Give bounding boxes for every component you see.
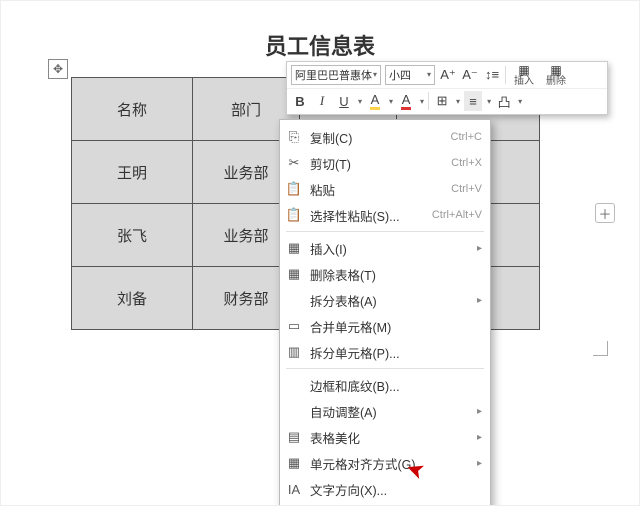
context-menu: ⎘ 复制(C) Ctrl+C ✂ 剪切(T) Ctrl+X 📋 粘贴 Ctrl+V 📋 选择性粘贴(… (279, 119, 491, 506)
menu-item[interactable]: IA 文字方向(X)... (280, 476, 490, 502)
chevron-down-icon[interactable]: ▾ (487, 97, 491, 106)
separator (505, 66, 506, 84)
bold-button[interactable]: B (291, 91, 309, 111)
delete-label: 删除 (546, 77, 566, 87)
font-size-value: 小四 (389, 67, 411, 83)
chevron-down-icon[interactable]: ▾ (358, 97, 362, 106)
menu-item[interactable]: 拆分表格(A) ▸ (280, 287, 490, 313)
table-cell[interactable]: 王明 (72, 141, 193, 204)
line-spacing-button[interactable]: ↕≡ (483, 65, 501, 85)
blank-icon (286, 403, 302, 419)
add-column-button[interactable]: ＋ (595, 203, 615, 223)
mini-toolbar: 阿里巴巴普惠体 ▾ 小四 ▾ A⁺ A⁻ ↕≡ ▦ 插入 ▦ 删除 B I U … (286, 61, 608, 115)
table-cell[interactable]: 名称 (72, 78, 193, 141)
menu-item-label: 拆分单元格(P)... (310, 343, 482, 362)
menu-shortcut: Ctrl+X (451, 157, 482, 169)
chevron-down-icon: ▾ (373, 70, 377, 79)
grid-icon: ▦ (518, 63, 529, 77)
shading-button[interactable]: 凸 (495, 91, 513, 111)
menu-item[interactable]: 边框和底纹(B)... (280, 372, 490, 398)
chevron-down-icon[interactable]: ▾ (518, 97, 522, 106)
split-icon: ▥ (286, 344, 302, 360)
menu-item-label: 插入(I) (310, 239, 469, 258)
blank-icon (286, 292, 302, 308)
menu-item[interactable]: ▭ 合并单元格(M) (280, 313, 490, 339)
menu-item-label: 粘贴 (310, 180, 443, 199)
separator (428, 92, 429, 110)
menu-shortcut: Ctrl+V (451, 183, 482, 195)
menu-item-label: 单元格对齐方式(G) (310, 454, 469, 473)
grid-icon: ▦ (550, 63, 561, 77)
font-color-button[interactable]: A (397, 91, 415, 111)
menu-item-label: 表格美化 (310, 428, 469, 447)
blank-icon (286, 377, 302, 393)
delete-menu-button[interactable]: ▦ 删除 (542, 63, 570, 87)
menu-item-label: 拆分表格(A) (310, 291, 469, 310)
menu-item[interactable]: ▦ 删除表格(T) (280, 261, 490, 287)
beautify-icon: ▤ (286, 429, 302, 445)
merge-icon: ▭ (286, 318, 302, 334)
chevron-down-icon[interactable]: ▾ (420, 97, 424, 106)
menu-item[interactable]: 自动调整(A) ▸ (280, 398, 490, 424)
font-family-select[interactable]: 阿里巴巴普惠体 ▾ (291, 65, 381, 85)
menu-item-label: 复制(C) (310, 128, 443, 147)
font-color-icon: A (401, 92, 412, 110)
menu-separator (286, 231, 484, 232)
table-resize-handle[interactable] (593, 341, 608, 356)
italic-button[interactable]: I (313, 91, 331, 111)
chevron-down-icon[interactable]: ▾ (456, 97, 460, 106)
menu-item[interactable]: ✂ 剪切(T) Ctrl+X (280, 150, 490, 176)
page-title: 员工信息表 (1, 29, 639, 61)
menu-item[interactable]: 📋 粘贴 Ctrl+V (280, 176, 490, 202)
menu-shortcut: Ctrl+C (451, 131, 482, 143)
paste-special-icon: 📋 (286, 207, 302, 223)
menu-item-label: 合并单元格(M) (310, 317, 482, 336)
font-size-select[interactable]: 小四 ▾ (385, 65, 435, 85)
menu-item[interactable]: ▥ 拆分单元格(P)... (280, 339, 490, 365)
font-family-value: 阿里巴巴普惠体 (295, 67, 372, 83)
submenu-arrow-icon: ▸ (477, 243, 482, 254)
menu-separator (286, 368, 484, 369)
submenu-arrow-icon: ▸ (477, 458, 482, 469)
insert-icon: ▦ (286, 240, 302, 256)
decrease-font-button[interactable]: A⁻ (461, 65, 479, 85)
menu-item-label: 边框和底纹(B)... (310, 376, 482, 395)
align-button[interactable]: ≡ (464, 91, 482, 111)
menu-item-label: 剪切(T) (310, 154, 443, 173)
menu-item[interactable]: ▤ 表格美化 ▸ (280, 424, 490, 450)
textdir-icon: IA (286, 481, 302, 497)
menu-item[interactable]: ▦ 单元格对齐方式(G) ▸ (280, 450, 490, 476)
copy-icon: ⎘ (286, 129, 302, 145)
menu-item[interactable]: ⎘ 复制(C) Ctrl+C (280, 124, 490, 150)
del-table-icon: ▦ (286, 266, 302, 282)
menu-item-label: 删除表格(T) (310, 265, 482, 284)
menu-item-label: 文字方向(X)... (310, 480, 482, 499)
highlight-button[interactable]: A (366, 91, 384, 111)
border-button[interactable]: ⊞ (433, 91, 451, 111)
table-cell[interactable]: 刘备 (72, 267, 193, 330)
insert-label: 插入 (514, 77, 534, 87)
menu-item-label: 自动调整(A) (310, 402, 469, 421)
menu-item-label: 选择性粘贴(S)... (310, 206, 424, 225)
menu-item[interactable]: ▭题注(Z)... (280, 502, 490, 506)
chevron-down-icon[interactable]: ▾ (389, 97, 393, 106)
chevron-down-icon: ▾ (427, 70, 431, 79)
table-move-handle[interactable]: ✥ (48, 59, 68, 79)
menu-item[interactable]: ▦ 插入(I) ▸ (280, 235, 490, 261)
highlight-icon: A (370, 92, 381, 110)
table-cell[interactable]: 张飞 (72, 204, 193, 267)
menu-item[interactable]: 📋 选择性粘贴(S)... Ctrl+Alt+V (280, 202, 490, 228)
paste-icon: 📋 (286, 181, 302, 197)
align-icon: ▦ (286, 455, 302, 471)
insert-menu-button[interactable]: ▦ 插入 (510, 63, 538, 87)
menu-shortcut: Ctrl+Alt+V (432, 209, 482, 221)
increase-font-button[interactable]: A⁺ (439, 65, 457, 85)
cut-icon: ✂ (286, 155, 302, 171)
submenu-arrow-icon: ▸ (477, 432, 482, 443)
underline-button[interactable]: U (335, 91, 353, 111)
submenu-arrow-icon: ▸ (477, 406, 482, 417)
submenu-arrow-icon: ▸ (477, 295, 482, 306)
